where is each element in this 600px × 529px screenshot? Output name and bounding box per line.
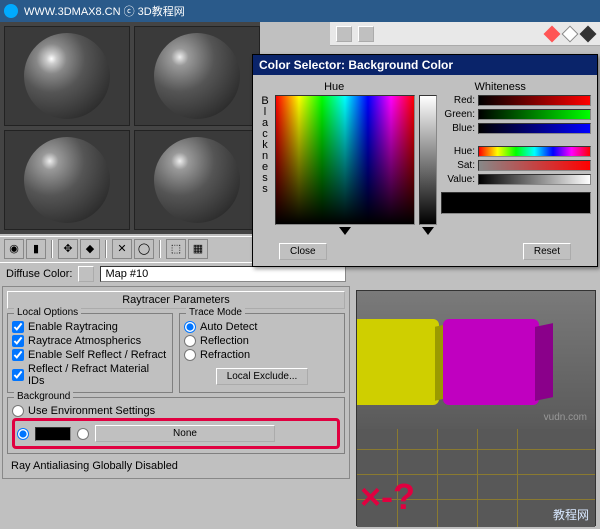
hue-pointer-icon	[339, 227, 351, 235]
whiteness-picker-col	[419, 95, 437, 235]
trace-mode-title: Trace Mode	[186, 307, 245, 318]
color-selector-labels: Hue Whiteness	[259, 81, 591, 93]
hue-picker-col	[275, 95, 415, 235]
url-text: WWW.3DMAX8.CN ⓒ 3D教程网	[24, 3, 185, 19]
sample-cylinder-icon[interactable]: ▮	[26, 239, 46, 259]
trace-mode-group: Trace Mode Auto Detect Reflection Refrac…	[179, 313, 345, 393]
dialog-buttons: Close Reset	[259, 243, 591, 260]
color-selector-main: Blackness Red: Green: Blue: Hue: Sat: Va…	[259, 95, 591, 235]
grid-line	[357, 474, 595, 475]
viewport-magenta-cube	[443, 319, 539, 405]
green-slider-row: Green:	[441, 109, 591, 120]
material-sample-slot[interactable]	[4, 26, 130, 126]
select-icon[interactable]	[358, 26, 374, 42]
toolbar-separator	[51, 240, 53, 258]
refraction-radio[interactable]: Refraction	[184, 348, 340, 362]
close-button[interactable]: Close	[279, 243, 327, 260]
watermark-text: 教程网	[553, 506, 589, 523]
red-slider[interactable]	[478, 95, 591, 106]
use-env-settings-radio[interactable]: Use Environment Settings	[12, 404, 340, 418]
raytrace-atmospherics-checkbox[interactable]: Raytrace Atmospherics	[12, 334, 168, 348]
toolbar-separator	[159, 240, 161, 258]
undo-icon[interactable]	[336, 26, 352, 42]
raytracer-parameters-panel: Raytracer Parameters Local Options Enabl…	[2, 286, 350, 479]
color-preview-swatch	[441, 192, 591, 214]
browser-logo-icon	[4, 4, 18, 18]
red-diamond-icon[interactable]	[544, 25, 561, 42]
watermark-text: vudn.com	[544, 412, 587, 423]
black-diamond-icon[interactable]	[580, 25, 597, 42]
material-sample-slot[interactable]	[134, 130, 260, 230]
whiteness-pointer-icon	[422, 227, 434, 235]
hue-label: Hue	[324, 81, 344, 93]
color-radio[interactable]	[17, 427, 29, 441]
enable-raytracing-checkbox[interactable]: Enable Raytracing	[12, 320, 168, 334]
color-sliders: Red: Green: Blue: Hue: Sat: Value:	[441, 95, 591, 235]
auto-detect-radio[interactable]: Auto Detect	[184, 320, 340, 334]
green-slider[interactable]	[478, 109, 591, 120]
url-bar: WWW.3DMAX8.CN ⓒ 3D教程网	[0, 0, 600, 22]
material-sample-slot[interactable]	[4, 130, 130, 230]
local-options-group: Local Options Enable Raytracing Raytrace…	[7, 313, 173, 393]
toolbar-separator	[105, 240, 107, 258]
diffuse-map-input[interactable]	[100, 266, 346, 282]
dialog-body: Hue Whiteness Blackness Red: Green: Blue…	[253, 75, 597, 266]
hue-whiteness-picker[interactable]	[275, 95, 415, 225]
reset-map-icon[interactable]: ◯	[134, 239, 154, 259]
annotation-highlight: None	[12, 418, 340, 449]
material-sphere-icon	[154, 137, 240, 223]
material-sample-slot[interactable]	[134, 26, 260, 126]
value-slider-row: Value:	[441, 174, 591, 185]
diffuse-label: Diffuse Color:	[6, 268, 72, 280]
assign-material-icon[interactable]: ✕	[112, 239, 132, 259]
reflect-refract-ids-checkbox[interactable]: Reflect / Refract Material IDs	[12, 362, 168, 388]
perspective-viewport[interactable]: vudn.com	[357, 291, 595, 429]
value-slider[interactable]	[478, 174, 591, 185]
color-selector-dialog: Color Selector: Background Color Hue Whi…	[252, 54, 598, 267]
hue-slider-row: Hue:	[441, 146, 591, 157]
red-slider-row: Red:	[441, 95, 591, 106]
viewport-yellow-cube	[357, 319, 439, 405]
background-map-none-button[interactable]: None	[95, 425, 275, 442]
grid-line	[437, 429, 438, 527]
material-sphere-icon	[24, 137, 110, 223]
material-sample-grid	[0, 22, 260, 234]
hue-slider[interactable]	[478, 146, 591, 157]
enable-self-reflect-checkbox[interactable]: Enable Self Reflect / Refract	[12, 348, 168, 362]
material-effects-icon[interactable]: ⬚	[166, 239, 186, 259]
raytracer-columns: Local Options Enable Raytracing Raytrace…	[7, 313, 345, 397]
local-options-title: Local Options	[14, 307, 81, 318]
white-diamond-icon[interactable]	[562, 25, 579, 42]
background-title: Background	[14, 391, 73, 402]
material-sphere-icon	[154, 33, 240, 119]
blackness-label-col: Blackness	[259, 95, 271, 235]
grid-line	[477, 429, 478, 527]
blue-slider-row: Blue:	[441, 123, 591, 134]
sat-slider[interactable]	[478, 160, 591, 171]
reset-button[interactable]: Reset	[523, 243, 571, 260]
pick-material-icon[interactable]: ✥	[58, 239, 78, 259]
sat-slider-row: Sat:	[441, 160, 591, 171]
sample-sphere-icon[interactable]: ◉	[4, 239, 24, 259]
background-group: Background Use Environment Settings None	[7, 397, 345, 454]
reflection-radio[interactable]: Reflection	[184, 334, 340, 348]
annotation-scribble: ×-?	[360, 476, 415, 518]
dialog-title[interactable]: Color Selector: Background Color	[253, 55, 597, 75]
grid-line	[517, 429, 518, 527]
diffuse-swatch-button[interactable]	[78, 266, 94, 282]
material-sphere-icon	[24, 33, 110, 119]
blue-slider[interactable]	[478, 123, 591, 134]
material-editor-panel	[0, 22, 260, 234]
antialias-label: Ray Antialiasing Globally Disabled	[7, 458, 345, 474]
grid-line	[357, 449, 595, 450]
show-map-icon[interactable]: ▦	[188, 239, 208, 259]
put-material-icon[interactable]: ◆	[80, 239, 100, 259]
top-toolbar	[330, 22, 600, 46]
background-color-row: None	[17, 423, 335, 444]
local-exclude-button[interactable]: Local Exclude...	[216, 368, 309, 385]
map-radio[interactable]	[77, 427, 89, 441]
whiteness-slider[interactable]	[419, 95, 437, 225]
background-color-swatch[interactable]	[35, 427, 71, 441]
whiteness-label: Whiteness	[475, 81, 526, 93]
